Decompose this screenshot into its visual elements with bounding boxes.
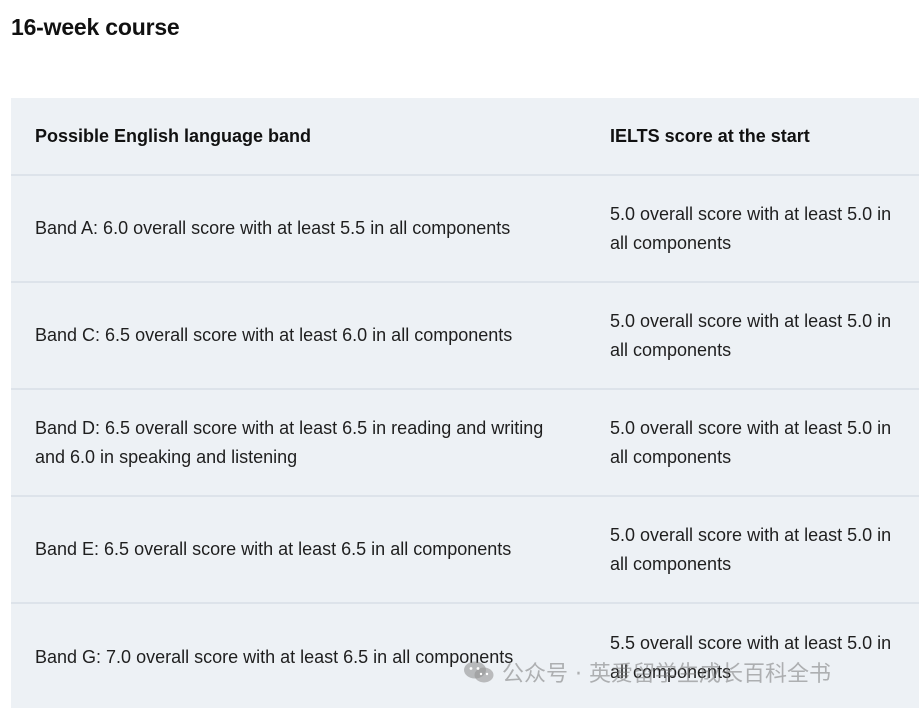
band-cell: Band D: 6.5 overall score with at least … <box>35 417 544 467</box>
column-header-ielts-score: IELTS score at the start <box>610 125 810 146</box>
table-row: Band G: 7.0 overall score with at least … <box>11 604 919 708</box>
column-header-band: Possible English language band <box>35 125 312 146</box>
table-header-row: Possible English language band IELTS sco… <box>11 98 919 176</box>
page-title: 16-week course <box>11 14 180 40</box>
table-row: Band A: 6.0 overall score with at least … <box>11 176 919 283</box>
band-cell: Band C: 6.5 overall score with at least … <box>35 325 513 345</box>
table-row: Band E: 6.5 overall score with at least … <box>11 497 919 604</box>
ielts-score-cell: 5.0 overall score with at least 5.0 in a… <box>610 524 892 574</box>
band-cell: Band A: 6.0 overall score with at least … <box>35 218 511 238</box>
band-cell: Band G: 7.0 overall score with at least … <box>35 647 514 667</box>
page: 16-week course Possible English language… <box>0 0 921 708</box>
ielts-score-cell: 5.0 overall score with at least 5.0 in a… <box>610 417 892 467</box>
band-cell: Band E: 6.5 overall score with at least … <box>35 539 512 559</box>
table-row: Band C: 6.5 overall score with at least … <box>11 283 919 390</box>
table-row: Band D: 6.5 overall score with at least … <box>11 390 919 497</box>
ielts-score-cell: 5.5 overall score with at least 5.0 in a… <box>610 632 892 682</box>
ielts-score-cell: 5.0 overall score with at least 5.0 in a… <box>610 310 892 360</box>
ielts-score-cell: 5.0 overall score with at least 5.0 in a… <box>610 203 892 253</box>
band-table: Possible English language band IELTS sco… <box>11 98 919 708</box>
